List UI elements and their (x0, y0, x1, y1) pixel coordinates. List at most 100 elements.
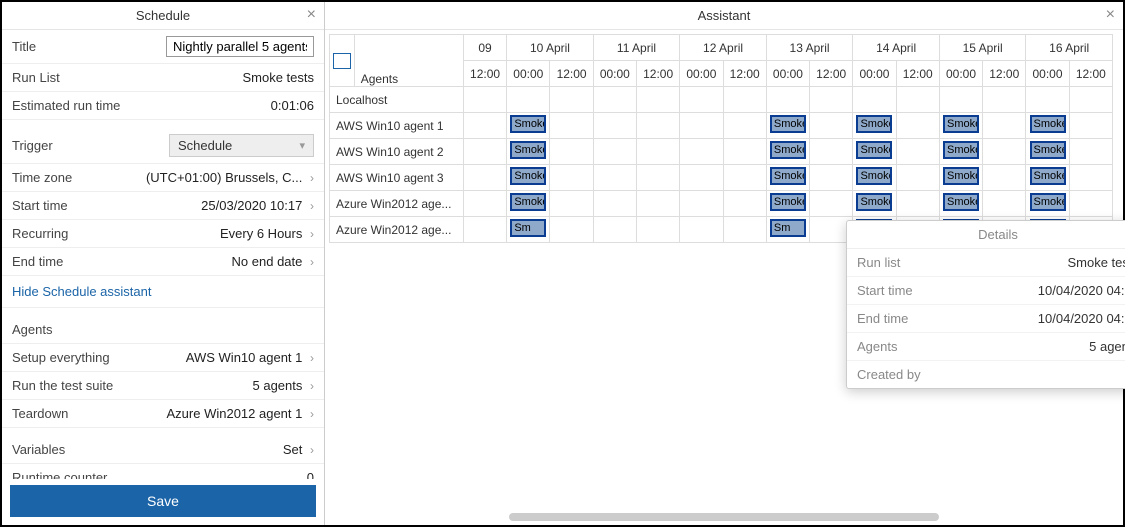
task-chip[interactable]: Smoke (943, 115, 979, 133)
schedule-title-input[interactable] (166, 36, 314, 57)
task-chip[interactable]: Smoke (943, 193, 979, 211)
calendar-cell[interactable] (550, 217, 593, 243)
calendar-cell[interactable]: Smoke (766, 113, 809, 139)
calendar-cell[interactable] (853, 87, 896, 113)
calendar-cell[interactable] (463, 165, 506, 191)
calendar-cell[interactable] (1069, 139, 1112, 165)
calendar-cell[interactable] (680, 217, 723, 243)
calendar-cell[interactable] (1069, 87, 1112, 113)
calendar-cell[interactable] (593, 139, 636, 165)
calendar-picker-button[interactable] (330, 35, 355, 87)
task-chip[interactable]: Smoke (770, 141, 806, 159)
task-chip[interactable]: Smoke (1030, 141, 1066, 159)
calendar-cell[interactable] (810, 165, 853, 191)
calendar-cell[interactable] (636, 139, 679, 165)
calendar-cell[interactable]: Sm (507, 217, 550, 243)
task-chip[interactable]: Smoke (770, 193, 806, 211)
calendar-cell[interactable] (723, 113, 766, 139)
timezone-row[interactable]: Time zone (UTC+01:00) Brussels, C... › (2, 164, 324, 192)
calendar-cell[interactable] (593, 217, 636, 243)
calendar-cell[interactable] (680, 139, 723, 165)
task-chip[interactable]: Smoke (856, 115, 892, 133)
task-chip[interactable]: Sm (510, 219, 546, 237)
calendar-cell[interactable]: Smoke (853, 113, 896, 139)
task-chip[interactable]: Smoke (943, 141, 979, 159)
task-chip[interactable]: Sm (770, 219, 806, 237)
calendar-cell[interactable]: Smoke (939, 113, 982, 139)
calendar-cell[interactable] (723, 217, 766, 243)
task-chip[interactable]: Smoke (856, 167, 892, 185)
horizontal-scrollbar[interactable] (329, 513, 1113, 523)
task-chip[interactable]: Smoke (510, 141, 546, 159)
calendar-cell[interactable] (680, 191, 723, 217)
calendar-cell[interactable] (983, 139, 1026, 165)
task-chip[interactable]: Smoke (770, 167, 806, 185)
calendar-cell[interactable]: Smoke (853, 165, 896, 191)
task-chip[interactable]: Smoke (1030, 167, 1066, 185)
calendar-cell[interactable] (593, 165, 636, 191)
calendar-cell[interactable]: Smoke (1026, 113, 1069, 139)
calendar-cell[interactable] (593, 87, 636, 113)
calendar-cell[interactable] (550, 191, 593, 217)
endtime-row[interactable]: End time No end date › (2, 248, 324, 276)
calendar-cell[interactable] (593, 113, 636, 139)
calendar-cell[interactable] (896, 113, 939, 139)
calendar-cell[interactable] (1026, 87, 1069, 113)
hide-assistant-link[interactable]: Hide Schedule assistant (2, 276, 324, 308)
calendar-cell[interactable] (723, 191, 766, 217)
calendar-cell[interactable] (896, 87, 939, 113)
calendar-cell[interactable]: Smoke (853, 191, 896, 217)
calendar-cell[interactable] (723, 139, 766, 165)
calendar-cell[interactable] (550, 113, 593, 139)
calendar-cell[interactable] (896, 191, 939, 217)
calendar-cell[interactable]: Smoke (939, 191, 982, 217)
run-row[interactable]: Run the test suite 5 agents › (2, 372, 324, 400)
calendar-cell[interactable] (766, 87, 809, 113)
calendar-cell[interactable] (507, 87, 550, 113)
calendar-cell[interactable] (983, 113, 1026, 139)
calendar-cell[interactable] (636, 217, 679, 243)
recurring-row[interactable]: Recurring Every 6 Hours › (2, 220, 324, 248)
calendar-cell[interactable]: Smoke (507, 139, 550, 165)
save-button[interactable]: Save (10, 485, 316, 517)
calendar-cell[interactable]: Smoke (939, 139, 982, 165)
calendar-cell[interactable] (723, 87, 766, 113)
calendar-cell[interactable]: Smoke (853, 139, 896, 165)
calendar-cell[interactable] (550, 165, 593, 191)
calendar-cell[interactable] (463, 191, 506, 217)
calendar-cell[interactable]: Smoke (507, 165, 550, 191)
calendar-cell[interactable] (636, 113, 679, 139)
scrollbar-thumb[interactable] (509, 513, 939, 521)
calendar-cell[interactable]: Smoke (507, 113, 550, 139)
calendar-cell[interactable] (810, 113, 853, 139)
calendar-cell[interactable]: Smoke (766, 165, 809, 191)
task-chip[interactable]: Smoke (856, 193, 892, 211)
calendar-cell[interactable]: Smoke (939, 165, 982, 191)
task-chip[interactable]: Smoke (770, 115, 806, 133)
calendar-cell[interactable] (810, 191, 853, 217)
calendar-cell[interactable] (463, 113, 506, 139)
calendar-cell[interactable] (896, 139, 939, 165)
calendar-cell[interactable] (463, 217, 506, 243)
task-chip[interactable]: Smoke (1030, 193, 1066, 211)
starttime-row[interactable]: Start time 25/03/2020 10:17 › (2, 192, 324, 220)
setup-row[interactable]: Setup everything AWS Win10 agent 1 › (2, 344, 324, 372)
calendar-cell[interactable] (810, 87, 853, 113)
calendar-cell[interactable] (983, 165, 1026, 191)
calendar-cell[interactable] (593, 191, 636, 217)
calendar-cell[interactable]: Smoke (1026, 165, 1069, 191)
close-assistant-icon[interactable]: × (1106, 6, 1115, 24)
calendar-cell[interactable]: Smoke (1026, 191, 1069, 217)
calendar-cell[interactable] (636, 191, 679, 217)
calendar-cell[interactable] (550, 139, 593, 165)
trigger-select[interactable]: Schedule ▾ (169, 134, 314, 157)
calendar-cell[interactable] (636, 165, 679, 191)
task-chip[interactable]: Smoke (510, 115, 546, 133)
calendar-cell[interactable] (983, 191, 1026, 217)
close-schedule-icon[interactable]: × (307, 6, 316, 24)
calendar-cell[interactable]: Smoke (507, 191, 550, 217)
calendar-cell[interactable] (896, 165, 939, 191)
calendar-cell[interactable] (1069, 191, 1112, 217)
calendar-cell[interactable] (1069, 165, 1112, 191)
variables-row[interactable]: Variables Set › (2, 436, 324, 464)
